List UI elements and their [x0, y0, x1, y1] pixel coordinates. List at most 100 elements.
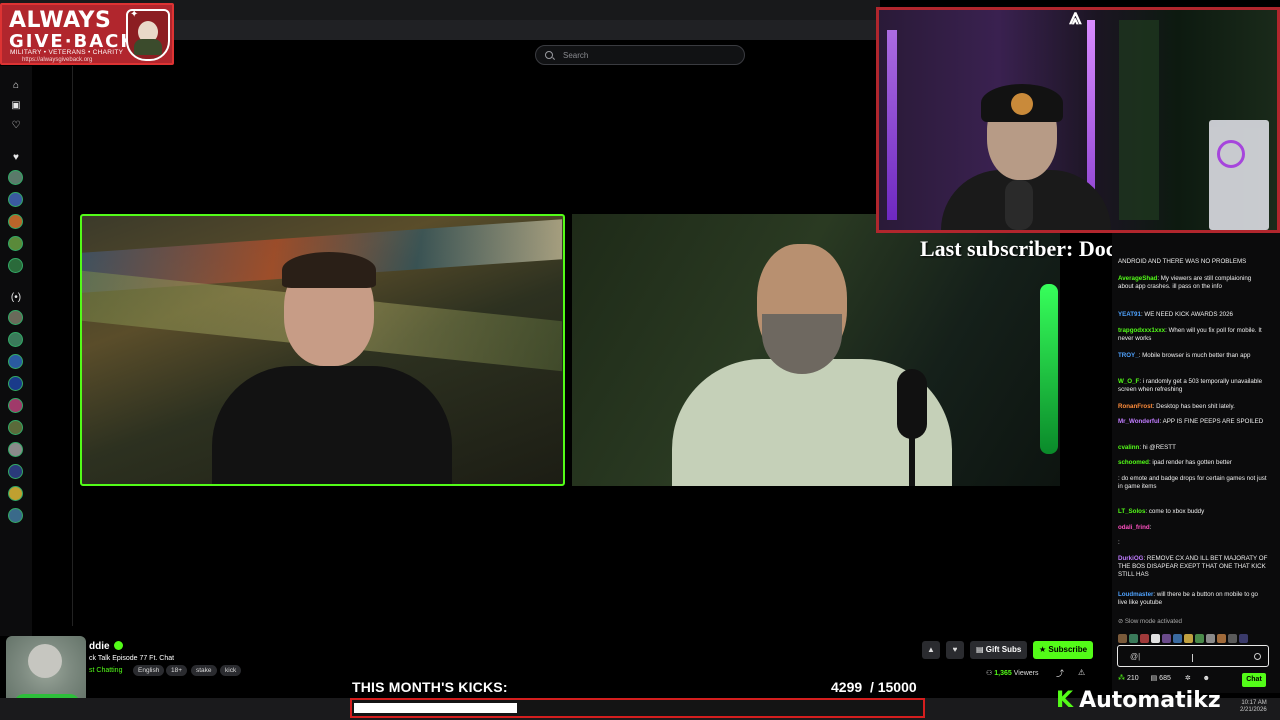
streamer-name[interactable]: ddie	[89, 641, 123, 652]
browse-icon[interactable]: ▣	[9, 99, 23, 113]
slow-mode-text: Slow mode activated	[1124, 618, 1182, 625]
system-clock[interactable]: 10:17 AM 2/21/2026	[1240, 700, 1267, 714]
goal-progress-bar	[350, 698, 925, 718]
charity-line1: ALWAYS	[9, 8, 112, 33]
following-heart-icon[interactable]: ♡	[9, 119, 23, 133]
guest-video-left	[80, 214, 565, 486]
guest-body	[212, 366, 452, 484]
followed-channel-avatar[interactable]	[8, 236, 23, 251]
microphone	[897, 369, 927, 486]
notification-bell-icon[interactable]: ▲	[922, 641, 940, 659]
chat-input[interactable]: @|	[1117, 645, 1269, 667]
chat-username[interactable]: odali_frind	[1118, 524, 1150, 531]
stream-category[interactable]: st Chatting	[89, 667, 122, 674]
followed-channel-avatar[interactable]	[8, 214, 23, 229]
kick-sign	[1119, 20, 1159, 220]
sidebar-divider	[72, 66, 73, 626]
recommended-channel-avatar[interactable]	[8, 376, 23, 391]
chat-text: ANDROID AND THERE WAS NO PROBLEMS	[1118, 258, 1247, 265]
robot-icon[interactable]: ☻	[1203, 675, 1210, 682]
verified-badge-icon	[113, 641, 123, 650]
chat-username[interactable]: schoomed	[1118, 459, 1149, 466]
follow-heart-icon[interactable]: ♥	[946, 641, 964, 659]
chat-send-button[interactable]: Chat	[1242, 673, 1266, 687]
subscribe-label: Subscribe	[1048, 645, 1088, 654]
text-cursor	[1192, 654, 1193, 662]
followed-channel-avatar[interactable]	[8, 170, 23, 185]
emoji-icon[interactable]	[1254, 653, 1261, 660]
kicks-icon: ⁂	[1118, 675, 1125, 682]
green-light	[1040, 284, 1058, 454]
chat-text: : come to xbox buddy	[1145, 508, 1205, 515]
chat-input-value: @|	[1130, 652, 1141, 661]
a-logo-icon: ⩓	[1069, 7, 1082, 29]
gifts-count: 685	[1159, 675, 1171, 682]
recommended-channel-avatar[interactable]	[8, 420, 23, 435]
gaming-pc	[1209, 120, 1269, 230]
chat-username[interactable]: YEAT91	[1118, 311, 1141, 318]
chat-message: :	[1118, 539, 1268, 547]
streamer-name-text: ddie	[89, 641, 110, 652]
recommended-channel-avatar[interactable]	[8, 398, 23, 413]
gift-subs-button[interactable]: ▤ Gift Subs	[970, 641, 1028, 659]
cap	[981, 84, 1063, 122]
chat-message: trapgodxxx1xxx: When will you fix poll f…	[1118, 327, 1268, 343]
neon-light	[887, 30, 897, 220]
viewers-icon: ⚇	[986, 670, 993, 677]
home-icon[interactable]: ⌂	[9, 79, 23, 93]
report-icon[interactable]: ⚠	[1078, 668, 1085, 677]
charity-url: https://alwaysgiveback.org	[22, 57, 93, 63]
viewer-count: ⚇ 1,365 Viewers	[986, 669, 1039, 677]
guest-person	[212, 252, 452, 484]
chat-text: : i randomly get a 503 temporally unavai…	[1118, 378, 1263, 394]
recommended-channel-avatar[interactable]	[8, 310, 23, 325]
tag-age[interactable]: 18+	[166, 665, 188, 676]
automatikz-brand: K Automatikz	[1056, 688, 1221, 713]
chat-message: YEAT91: WE NEED KICK AWARDS 2026	[1118, 311, 1268, 319]
search-placeholder: Search	[563, 51, 589, 60]
settings-icon[interactable]: ✲	[1185, 675, 1191, 682]
search-input[interactable]: Search	[535, 45, 745, 65]
favorites-heart-icon[interactable]: ♥	[9, 151, 23, 165]
chat-username[interactable]: TROY_	[1118, 352, 1139, 359]
chat-message: AverageShad: My viewers are still compla…	[1118, 275, 1268, 291]
chat-username[interactable]: RonanFrost	[1118, 403, 1153, 410]
followed-channel-avatar[interactable]	[8, 258, 23, 273]
star-icon: ✦	[130, 9, 139, 20]
chat-message: TROY_: Mobile browser is much better tha…	[1118, 352, 1268, 360]
clock-date: 2/21/2026	[1240, 707, 1267, 713]
recommended-channel-avatar[interactable]	[8, 354, 23, 369]
followed-channel-avatar[interactable]	[8, 192, 23, 207]
chat-username[interactable]: DurkiOG	[1118, 555, 1143, 562]
chat-username[interactable]: cvalinn	[1118, 444, 1139, 451]
recommended-channel-avatar[interactable]	[8, 332, 23, 347]
recommended-channel-avatar[interactable]	[8, 508, 23, 523]
clock-time: 10:17 AM	[1241, 700, 1267, 706]
chat-username[interactable]: trapgodxxx1xxx	[1118, 327, 1165, 334]
share-icon[interactable]: ⤴	[1056, 668, 1064, 679]
kicks-count: 210	[1126, 675, 1139, 682]
chat-username[interactable]: Loudmaster	[1118, 591, 1153, 598]
chat-username[interactable]: AverageShad	[1118, 275, 1157, 282]
chat-username[interactable]: LT_Solos	[1118, 508, 1145, 515]
chat-username[interactable]: W_O_F	[1118, 378, 1139, 385]
recommended-channel-avatar[interactable]	[8, 464, 23, 479]
goal-current: 4299	[831, 679, 863, 695]
tag-kick[interactable]: kick	[220, 665, 242, 676]
charity-logo: ALWAYS GIVE·BACK MILITARY • VETERANS • C…	[0, 3, 174, 65]
chat-message: cvalinn: hi @RESTT	[1118, 444, 1268, 452]
chat-username[interactable]: Mr_Wonderful	[1118, 418, 1159, 425]
tag-language[interactable]: English	[133, 665, 165, 676]
chat-text: : WE NEED KICK AWARDS 2026	[1140, 311, 1233, 318]
recommended-channel-avatar[interactable]	[8, 486, 23, 501]
emote-row[interactable]	[1118, 630, 1268, 643]
stream-title: ck Talk Episode 77 Ft. Chat	[89, 655, 175, 662]
goal-progress-fill	[354, 703, 517, 713]
chat-message: W_O_F: i randomly get a 503 temporally u…	[1118, 378, 1268, 394]
slow-mode-notice: ⊘ Slow mode activated	[1118, 618, 1182, 625]
chat-message: ANDROID AND THERE WAS NO PROBLEMS	[1118, 258, 1268, 266]
tag-stake[interactable]: stake	[191, 665, 217, 676]
subscribe-button[interactable]: ★ Subscribe	[1033, 641, 1094, 659]
chat-text: : hi @RESTT	[1139, 444, 1176, 451]
recommended-channel-avatar[interactable]	[8, 442, 23, 457]
